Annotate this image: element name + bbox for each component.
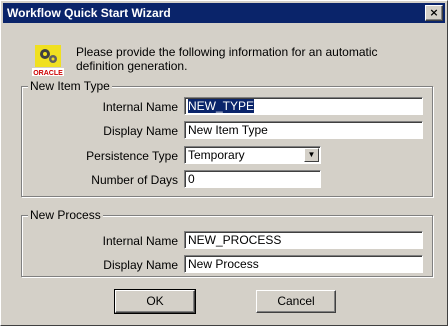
wizard-dialog: Workflow Quick Start Wizard × ORACLE Ple… [0, 0, 448, 326]
persistence-type-select[interactable]: Temporary ▼ [184, 146, 321, 164]
intro-text: Please provide the following information… [76, 45, 378, 73]
title-bar: Workflow Quick Start Wizard × [3, 3, 445, 23]
number-of-days-label: Number of Days [91, 173, 178, 187]
dropdown-arrow-icon[interactable]: ▼ [304, 148, 319, 162]
persistence-type-value: Temporary [188, 148, 245, 162]
number-of-days-input[interactable]: 0 [184, 170, 321, 188]
process-group-label: New Process [28, 208, 103, 222]
item-display-name-label: Display Name [103, 124, 178, 138]
item-display-name-input[interactable]: New Item Type [184, 121, 423, 139]
process-display-name-input[interactable]: New Process [184, 255, 423, 273]
cancel-button[interactable]: Cancel [256, 290, 336, 313]
oracle-logo-text: ORACLE [33, 70, 63, 77]
process-display-name-label: Display Name [103, 258, 178, 272]
item-type-group-label: New Item Type [28, 79, 112, 93]
close-button[interactable]: × [425, 5, 443, 21]
ok-button[interactable]: OK [114, 289, 196, 314]
window-title: Workflow Quick Start Wizard [7, 6, 171, 20]
process-internal-name-input[interactable]: NEW_PROCESS [184, 231, 423, 249]
process-internal-name-label: Internal Name [102, 234, 178, 248]
item-internal-name-input[interactable]: NEW_TYPE [184, 97, 423, 115]
item-internal-name-value: NEW_TYPE [188, 99, 255, 113]
item-internal-name-label: Internal Name [102, 100, 178, 114]
oracle-workflow-logo-icon: ORACLE [32, 45, 64, 77]
persistence-type-label: Persistence Type [86, 149, 178, 163]
